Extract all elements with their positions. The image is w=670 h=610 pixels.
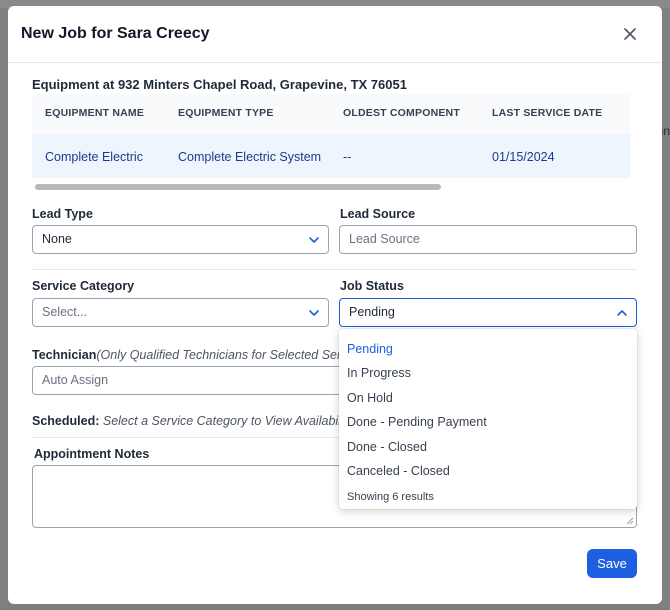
chevron-down-icon (309, 310, 319, 316)
new-job-modal: New Job for Sara Creecy Equipment at 932… (8, 6, 662, 604)
background-overlay-left (0, 8, 8, 608)
scheduled-row: Scheduled: Select a Service Category to … (32, 414, 342, 428)
scheduled-hint: Select a Service Category to View Availa… (102, 414, 342, 428)
equipment-table-header: EQUIPMENT NAME EQUIPMENT TYPE OLDEST COM… (32, 94, 630, 134)
close-button[interactable] (620, 24, 640, 44)
divider (32, 437, 342, 438)
lead-source-input[interactable]: Lead Source (339, 225, 637, 254)
divider (32, 269, 637, 270)
modal-header: New Job for Sara Creecy (8, 6, 662, 63)
table-row[interactable]: Complete Electric Complete Electric Syst… (32, 134, 630, 178)
lead-source-label: Lead Source (340, 207, 416, 221)
lead-type-value: None (42, 232, 72, 246)
job-status-value: Pending (349, 305, 395, 319)
lead-type-select[interactable]: None (32, 225, 329, 254)
modal-title: New Job for Sara Creecy (21, 25, 210, 42)
close-icon (624, 28, 636, 40)
lead-type-label: Lead Type (32, 207, 93, 221)
chevron-down-icon (309, 237, 319, 243)
scheduled-label: Scheduled: (32, 414, 100, 428)
cell-last-service-date: 01/15/2024 (492, 150, 555, 164)
save-button[interactable]: Save (587, 549, 637, 578)
resize-grip-icon[interactable] (626, 517, 634, 525)
job-status-select[interactable]: Pending (339, 298, 637, 327)
table-scrollbar-thumb[interactable] (35, 184, 441, 190)
service-category-label: Service Category (32, 279, 135, 293)
technician-hint: (Only Qualified Technicians for Selected… (96, 348, 342, 362)
cell-equipment-type: Complete Electric System (178, 150, 322, 164)
appointment-notes-label: Appointment Notes (34, 447, 150, 461)
job-status-dropdown: Pending In Progress On Hold Done - Pendi… (339, 329, 637, 509)
background-overlay-right (662, 8, 670, 608)
lead-source-placeholder: Lead Source (349, 232, 420, 246)
dropdown-results-count: Showing 6 results (347, 491, 434, 503)
job-status-option-done-pending-payment[interactable]: Done - Pending Payment (347, 415, 487, 429)
job-status-option-pending[interactable]: Pending (347, 342, 393, 356)
column-header-last-service-date: LAST SERVICE DATE (492, 107, 603, 119)
job-status-option-done-closed[interactable]: Done - Closed (347, 440, 427, 454)
technician-label: Technician (32, 348, 97, 362)
cell-equipment-name: Complete Electric (45, 150, 143, 164)
technician-input[interactable]: Auto Assign (32, 366, 352, 395)
job-status-option-in-progress[interactable]: In Progress (347, 366, 411, 380)
equipment-heading: Equipment at 932 Minters Chapel Road, Gr… (32, 77, 407, 92)
service-category-placeholder: Select... (42, 305, 88, 319)
column-header-equipment-type: EQUIPMENT TYPE (178, 107, 274, 119)
technician-label-row: Technician(Only Qualified Technicians fo… (32, 348, 342, 362)
chevron-up-icon (617, 310, 627, 316)
job-status-option-canceled-closed[interactable]: Canceled - Closed (347, 464, 450, 478)
service-category-select[interactable]: Select... (32, 298, 329, 327)
job-status-option-on-hold[interactable]: On Hold (347, 391, 393, 405)
column-header-equipment-name: EQUIPMENT NAME (45, 107, 145, 119)
job-status-label: Job Status (340, 279, 404, 293)
cell-oldest-component: -- (343, 150, 352, 164)
column-header-oldest-component: OLDEST COMPONENT (343, 107, 460, 119)
technician-placeholder: Auto Assign (42, 373, 109, 387)
equipment-table: EQUIPMENT NAME EQUIPMENT TYPE OLDEST COM… (32, 94, 630, 190)
